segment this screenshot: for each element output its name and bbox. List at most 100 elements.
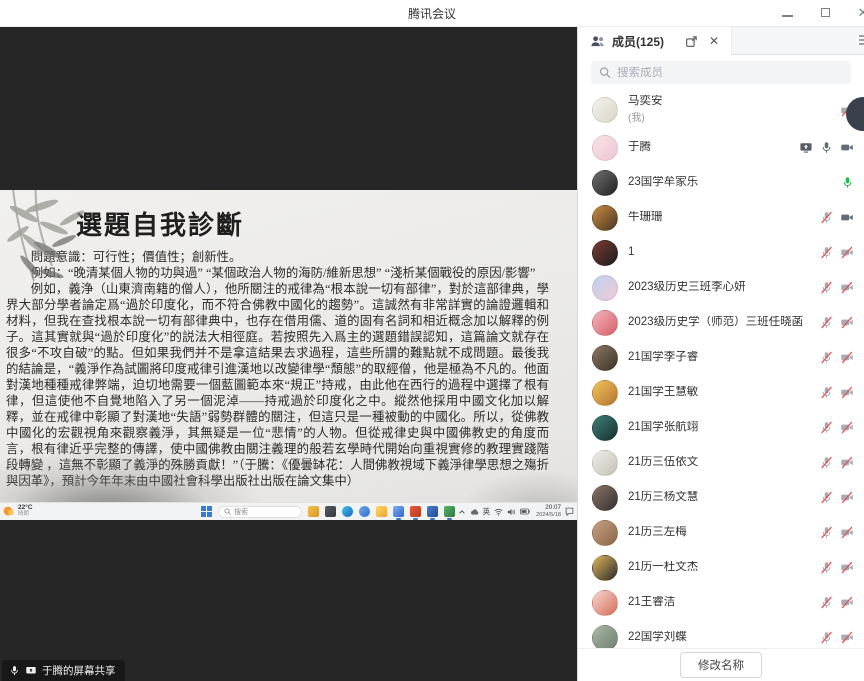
mic-off-icon[interactable]: [820, 246, 833, 259]
tray-caret-icon[interactable]: [458, 508, 466, 516]
member-status-icons: [820, 526, 854, 539]
avatar: [592, 240, 618, 266]
camera-off-icon[interactable]: [840, 491, 854, 504]
edge-browser-icon[interactable]: [342, 506, 353, 517]
taskbar-weather-widget[interactable]: 22°C 晴朗: [3, 504, 33, 518]
member-row[interactable]: 21王睿洁: [578, 585, 864, 620]
camera-off-icon[interactable]: [840, 316, 854, 329]
mic-off-icon[interactable]: [820, 211, 833, 224]
windows-search-box[interactable]: 搜索: [218, 506, 302, 518]
member-name: 21历三左梅: [628, 526, 687, 539]
camera-off-icon[interactable]: [840, 526, 854, 539]
member-name: 21历三杨文慧: [628, 491, 698, 504]
document-paragraph: 問題意識：可行性；價值性；創新性。: [6, 249, 549, 265]
mic-off-icon[interactable]: [820, 596, 833, 609]
member-row[interactable]: 21国学张航翊: [578, 410, 864, 445]
member-name: 1: [628, 246, 634, 259]
dark-app-icon[interactable]: [325, 506, 336, 517]
member-row[interactable]: 于腾: [578, 130, 864, 165]
member-row[interactable]: 牛珊珊: [578, 200, 864, 235]
member-row[interactable]: 23国学牟家乐: [578, 165, 864, 200]
wifi-icon[interactable]: [494, 508, 503, 516]
mic-off-icon[interactable]: [820, 561, 833, 574]
screen-sharing-icon[interactable]: [799, 141, 813, 154]
camera-off-icon[interactable]: [840, 596, 854, 609]
popout-panel-button[interactable]: [685, 35, 698, 48]
mic-off-icon[interactable]: [820, 316, 833, 329]
open-app-indicator: [447, 518, 452, 520]
camera-on-icon[interactable]: [840, 211, 854, 224]
member-row[interactable]: 2023级历史三班李心妍: [578, 270, 864, 305]
member-row[interactable]: 21国学李子睿: [578, 340, 864, 375]
main-content: 選題自我診斷 問題意識：可行性；價值性；創新性。例如：“晚清某個人物的功與過” …: [0, 27, 864, 681]
file-explorer-icon[interactable]: [376, 506, 387, 517]
member-row[interactable]: 1: [578, 235, 864, 270]
mic-off-icon[interactable]: [820, 421, 833, 434]
member-row[interactable]: 21历三伍依文: [578, 445, 864, 480]
cloud-icon[interactable]: [470, 508, 479, 516]
camera-off-icon[interactable]: [840, 281, 854, 294]
screen-share-stage[interactable]: 選題自我診斷 問題意識：可行性；價值性；創新性。例如：“晚清某個人物的功與過” …: [0, 27, 577, 681]
member-name: 21国学张航翊: [628, 421, 698, 434]
screen-share-banner[interactable]: 于腾的屏幕共享: [2, 660, 125, 681]
close-panel-button[interactable]: ✕: [709, 34, 719, 48]
mic-active-icon[interactable]: [841, 176, 854, 189]
panel-menu-icon[interactable]: [859, 35, 864, 45]
camera-off-icon[interactable]: [840, 246, 854, 259]
mic-off-icon[interactable]: [820, 456, 833, 469]
member-row[interactable]: 2023级历史学（师范）三班任晓菡: [578, 305, 864, 340]
weather-desc: 晴朗: [18, 511, 33, 518]
member-search-area: [578, 55, 864, 90]
camera-off-icon[interactable]: [840, 386, 854, 399]
member-list[interactable]: 马奕安(我) 于腾 23国学牟家乐 牛珊珊 1 2023级历史三班李心妍 202…: [578, 90, 864, 648]
mic-off-icon[interactable]: [820, 631, 833, 644]
powerpoint-icon[interactable]: [410, 506, 421, 517]
member-name: 2023级历史三班李心妍: [628, 281, 746, 294]
avatar: [592, 625, 618, 649]
member-name-block: 21历一杜文杰: [628, 561, 698, 574]
member-search-box[interactable]: [591, 61, 851, 84]
word-app-icon[interactable]: [427, 506, 438, 517]
camera-on-icon[interactable]: [840, 141, 854, 154]
member-status-icons: [820, 631, 854, 644]
document-paragraph: 例如：“晚清某個人物的功與過” “某個政治人物的海防/維新思想” “淺析某個戰役…: [6, 265, 549, 281]
member-row[interactable]: 21国学王慧敏: [578, 375, 864, 410]
blue-browser-icon[interactable]: [359, 506, 370, 517]
taskbar-clock[interactable]: 20:07 2024/5/18: [536, 505, 561, 518]
battery-icon[interactable]: [520, 508, 530, 515]
speaker-icon[interactable]: [507, 508, 516, 516]
camera-off-icon[interactable]: [840, 456, 854, 469]
language-indicator[interactable]: 英: [483, 506, 491, 517]
notification-icon[interactable]: [565, 507, 574, 516]
mic-off-icon[interactable]: [820, 526, 833, 539]
member-row[interactable]: 马奕安(我): [578, 90, 864, 130]
close-button[interactable]: ✕: [856, 5, 864, 21]
member-status-icons: [820, 316, 854, 329]
document-title: 選題自我診斷: [76, 205, 577, 242]
camera-off-icon[interactable]: [840, 421, 854, 434]
windows-start-button[interactable]: [201, 506, 212, 517]
mic-off-icon[interactable]: [820, 281, 833, 294]
mic-on-icon[interactable]: [820, 141, 833, 154]
camera-off-icon[interactable]: [840, 561, 854, 574]
tab-members[interactable]: 成员(125) ✕: [578, 27, 732, 55]
meeting-app-icon[interactable]: [393, 506, 404, 517]
maximize-button[interactable]: [818, 6, 832, 20]
camera-off-icon[interactable]: [840, 351, 854, 364]
minimize-button[interactable]: [780, 6, 794, 20]
mic-off-icon[interactable]: [820, 386, 833, 399]
member-row[interactable]: 21历三杨文慧: [578, 480, 864, 515]
gold-app-icon[interactable]: [308, 506, 319, 517]
rename-button[interactable]: 修改名称: [680, 652, 762, 678]
avatar: [592, 450, 618, 476]
camera-off-icon[interactable]: [840, 631, 854, 644]
excel-app-icon[interactable]: [444, 506, 455, 517]
member-row[interactable]: 21历三左梅: [578, 515, 864, 550]
member-search-input[interactable]: [617, 67, 843, 79]
member-row[interactable]: 21历一杜文杰: [578, 550, 864, 585]
mic-off-icon[interactable]: [820, 351, 833, 364]
search-icon: [599, 66, 611, 79]
avatar: [592, 590, 618, 616]
mic-off-icon[interactable]: [820, 491, 833, 504]
member-row[interactable]: 22国学刘蝶: [578, 620, 864, 648]
